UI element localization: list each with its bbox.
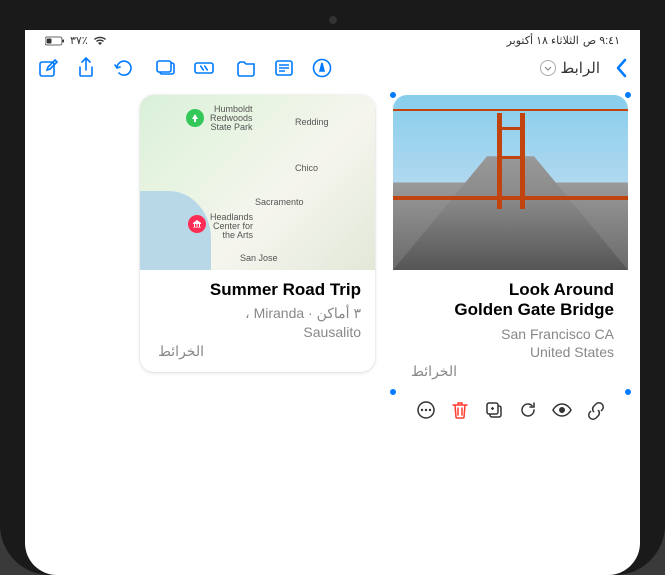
- card-source-label: الخرائط: [411, 363, 457, 380]
- markup-icon[interactable]: [311, 57, 333, 79]
- card-image-map: Humboldt Redwoods State Park Redding Chi…: [140, 95, 375, 270]
- format-icon[interactable]: [273, 57, 295, 79]
- card-title: Look Around Golden Gate Bridge: [407, 280, 614, 321]
- map-label: Humboldt Redwoods State Park: [210, 105, 253, 132]
- tab-link[interactable]: الرابط: [540, 59, 600, 77]
- map-pin-museum-icon: [188, 215, 206, 233]
- card-subtitle-2: United States: [407, 343, 614, 361]
- map-label: Headlands Center for the Arts: [210, 213, 253, 240]
- copy-icon[interactable]: [484, 400, 504, 420]
- selection-handle[interactable]: [389, 388, 397, 396]
- link-icon[interactable]: [586, 400, 606, 420]
- selection-handle[interactable]: [624, 91, 632, 99]
- status-time: ٩:٤١ ص: [583, 34, 620, 47]
- selection-handle[interactable]: [389, 91, 397, 99]
- content-area: Look Around Golden Gate Bridge San Franc…: [25, 85, 640, 575]
- map-label: Sacramento: [255, 197, 304, 207]
- back-chevron-icon[interactable]: [616, 58, 628, 78]
- chevron-down-icon: [540, 60, 556, 76]
- map-label: Redding: [295, 117, 329, 127]
- card-title: Summer Road Trip: [154, 280, 361, 300]
- device-camera: [329, 16, 337, 24]
- trash-icon[interactable]: [450, 400, 470, 420]
- card-roadtrip[interactable]: Humboldt Redwoods State Park Redding Chi…: [140, 95, 375, 372]
- wifi-icon: [93, 36, 107, 46]
- status-battery: ٪٣٧: [70, 34, 88, 47]
- context-toolbar: [393, 398, 628, 422]
- refresh-icon[interactable]: [113, 57, 135, 79]
- toolbar: الرابط: [25, 51, 640, 85]
- card-subtitle-1: San Francisco CA: [407, 325, 614, 343]
- card-lookaround[interactable]: Look Around Golden Gate Bridge San Franc…: [393, 95, 628, 392]
- share-icon[interactable]: [75, 57, 97, 79]
- compose-icon[interactable]: [37, 57, 59, 79]
- gallery-icon[interactable]: [155, 57, 177, 79]
- status-bar: ٩:٤١ ص الثلاثاء ١٨ أكتوبر ٪٣٧: [25, 30, 640, 51]
- status-date: الثلاثاء ١٨ أكتوبر: [507, 34, 579, 47]
- battery-icon: [45, 36, 65, 46]
- card-image-bridge: [393, 95, 628, 270]
- map-pin-park-icon: [186, 109, 204, 127]
- folder-icon[interactable]: [235, 57, 257, 79]
- selection-handle[interactable]: [624, 388, 632, 396]
- map-label: San Jose: [240, 253, 278, 263]
- card-source-label: الخرائط: [158, 343, 204, 360]
- eye-icon[interactable]: [552, 400, 572, 420]
- map-label: Chico: [295, 163, 318, 173]
- more-icon[interactable]: [416, 400, 436, 420]
- tab-label: الرابط: [560, 59, 600, 77]
- rotate-icon[interactable]: [518, 400, 538, 420]
- card-subtitle-2: Sausalito: [154, 323, 361, 341]
- link-insert-icon[interactable]: [193, 57, 215, 79]
- card-subtitle-1: ٣ أماكن · Miranda ،: [154, 304, 361, 322]
